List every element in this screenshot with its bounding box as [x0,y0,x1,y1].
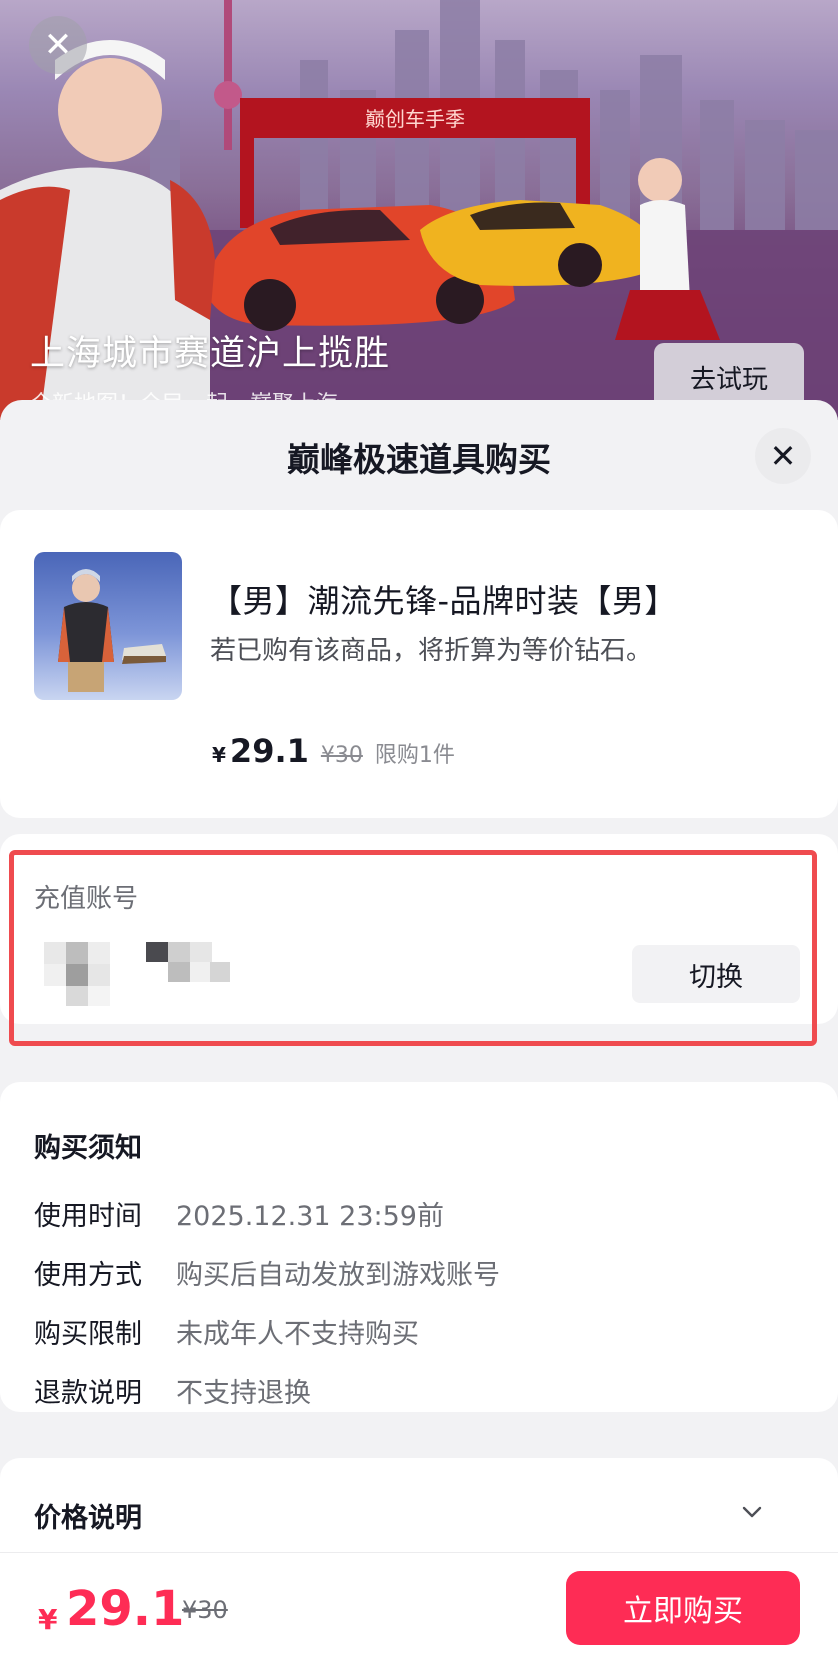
notice-value: 未成年人不支持购买 [176,1319,419,1350]
buy-now-button[interactable]: 立即购买 [566,1571,800,1645]
product-name: 【男】潮流先锋-品牌时装【男】 [210,582,678,620]
total-price: 29.1 [66,1581,185,1637]
notice-title: 购买须知 [34,1133,142,1164]
notice-key: 购买限制 [34,1319,142,1350]
product-price-row: ¥ 29.1 ¥30 限购1件 [212,732,455,770]
notice-key: 使用方式 [34,1260,142,1291]
notice-row: 使用时间 2025.12.31 23:59前 [34,1194,444,1233]
notice-row: 使用方式 购买后自动发放到游戏账号 [34,1253,500,1292]
notice-row: 购买限制 未成年人不支持购买 [34,1312,419,1351]
price-info-title: 价格说明 [34,1503,142,1534]
notice-key: 使用时间 [34,1201,142,1232]
sheet-close-icon[interactable]: ✕ [755,428,811,484]
price-currency: ¥ [212,743,226,767]
banner-title: 上海城市赛道沪上揽胜 [30,334,391,374]
total-currency: ¥ [38,1603,58,1636]
account-highlight-frame [9,850,817,1046]
chevron-down-icon[interactable] [742,1502,762,1522]
sheet-title: 巅峰极速道具购买 [287,440,551,479]
notice-row: 退款说明 不支持退换 [34,1371,311,1410]
purchase-limit: 限购1件 [374,743,455,768]
product-image [34,552,182,700]
gate-sign: 巅创车手季 [365,107,465,131]
notice-value: 购买后自动发放到游戏账号 [176,1260,500,1291]
bottom-bar: ¥ 29.1 ¥30 立即购买 [0,1552,838,1672]
notice-key: 退款说明 [34,1378,142,1409]
notice-value: 不支持退换 [176,1378,311,1409]
product-original-price: ¥30 [320,743,363,768]
product-description: 若已购有该商品，将折算为等价钻石。 [210,636,653,666]
banner-close-icon[interactable]: ✕ [29,16,87,74]
promo-banner[interactable]: 巅创车手季 ✕ 上海城市赛道沪上揽胜 全新地图！全民一起，巅聚上海 去试玩 [0,0,838,420]
total-original-price: ¥30 [182,1596,228,1624]
purchase-notice-card: 购买须知 使用时间 2025.12.31 23:59前 使用方式 购买后自动发放… [0,1082,838,1412]
notice-value: 2025.12.31 23:59前 [176,1201,444,1232]
product-card: 【男】潮流先锋-品牌时装【男】 若已购有该商品，将折算为等价钻石。 ¥ 29.1… [0,510,838,818]
product-price: 29.1 [229,732,309,770]
